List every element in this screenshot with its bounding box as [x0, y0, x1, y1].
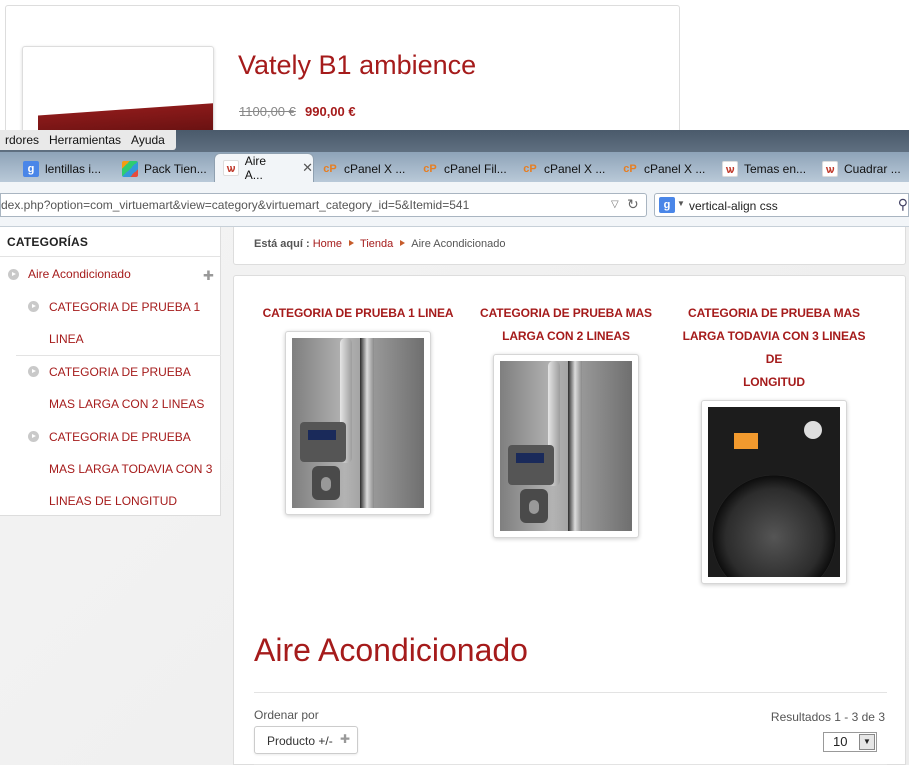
- sidebar-subitem-3[interactable]: CATEGORIA DE PRUEBA MAS LARGA TODAVIA CO…: [16, 421, 221, 517]
- cpanel-icon: cP: [323, 163, 337, 175]
- category-image-frame[interactable]: [493, 354, 639, 538]
- category-card-3[interactable]: CATEGORIA DE PRUEBA MAS LARGA TODAVIA CO…: [674, 302, 874, 584]
- results-count: Resultados 1 - 3 de 3: [770, 710, 885, 724]
- sidebar-item-label: Aire Acondicionado: [28, 267, 131, 281]
- order-by-value: Producto +/-: [267, 734, 333, 748]
- menu-item-ayuda[interactable]: Ayuda: [126, 133, 170, 147]
- tab-cpanel-2[interactable]: cP cPanel X ...: [514, 156, 614, 182]
- washing-machine-image: [708, 407, 840, 577]
- sidebar-subitem-line: LINEA: [49, 332, 84, 346]
- arrow-icon: [349, 240, 355, 246]
- background-gap: [680, 0, 909, 130]
- sidebar-subitem-line: CATEGORIA DE PRUEBA: [49, 430, 191, 444]
- tab-temas[interactable]: ѡ Temas en...: [714, 156, 814, 182]
- search-icon[interactable]: ⚲: [898, 196, 908, 213]
- w-icon: ѡ: [822, 161, 838, 177]
- divider: [254, 692, 887, 693]
- tab-aire-acondicionado[interactable]: ѡ Aire A... ✕: [214, 153, 314, 182]
- per-page-value: 10: [833, 734, 848, 749]
- sidebar-item-aire-acondicionado[interactable]: Aire Acondicionado: [8, 267, 131, 281]
- navigation-bar: dex.php?option=com_virtuemart&view=categ…: [0, 182, 909, 227]
- tab-label: cPanel X ...: [544, 162, 606, 176]
- engine-dropdown-icon[interactable]: ▼: [677, 199, 685, 208]
- category-name[interactable]: LARGA CON 2 LINEAS: [466, 325, 666, 348]
- order-by-label: Ordenar por: [254, 708, 319, 722]
- category-name[interactable]: LONGITUD: [674, 371, 874, 394]
- google-icon: g: [23, 161, 39, 177]
- tab-label: Aire A...: [244, 154, 267, 182]
- page-title: Aire Acondicionado: [254, 632, 528, 668]
- tab-pack-tienda[interactable]: Pack Tien...: [114, 156, 214, 182]
- category-name[interactable]: LARGA TODAVIA CON 3 LINEAS DE: [674, 325, 874, 371]
- bullet-icon: [8, 268, 19, 280]
- w-icon: ѡ: [223, 160, 239, 176]
- sidebar-heading: CATEGORÍAS: [0, 227, 220, 257]
- tab-cuadrar[interactable]: ѡ Cuadrar ...: [814, 156, 909, 182]
- per-page-select[interactable]: 10 ▼: [823, 732, 877, 752]
- search-input[interactable]: g ▼ vertical-align css ⚲: [654, 193, 909, 217]
- address-bar[interactable]: dex.php?option=com_virtuemart&view=categ…: [0, 193, 647, 217]
- sidebar-subitem-2[interactable]: CATEGORIA DE PRUEBA MAS LARGA CON 2 LINE…: [16, 356, 221, 420]
- menu-item-herramientas[interactable]: Herramientas: [44, 133, 126, 147]
- dropdown-arrow-icon[interactable]: ▼: [859, 734, 875, 750]
- tab-label: lentillas i...: [45, 162, 102, 176]
- category-name[interactable]: CATEGORIA DE PRUEBA MAS: [466, 302, 666, 325]
- joomla-icon: [122, 161, 138, 177]
- tab-label: Temas en...: [744, 162, 807, 176]
- bullet-icon: [28, 431, 39, 442]
- tab-label: cPanel Fil...: [444, 162, 507, 176]
- tab-label: cPanel X ...: [344, 162, 406, 176]
- breadcrumb-home[interactable]: Home: [313, 238, 342, 250]
- category-card-1[interactable]: CATEGORIA DE PRUEBA 1 LINEA: [258, 302, 458, 515]
- close-tab-icon[interactable]: ✕: [302, 160, 313, 176]
- category-name[interactable]: CATEGORIA DE PRUEBA MAS: [674, 302, 874, 325]
- category-image-frame[interactable]: [285, 331, 431, 515]
- page-content: CATEGORÍAS Aire Acondicionado ✚ CATEGORI…: [0, 227, 909, 765]
- cpanel-icon: cP: [423, 163, 437, 175]
- sidebar-subitem-line: LINEAS DE LONGITUD: [49, 494, 178, 508]
- tab-label: cPanel X ...: [644, 162, 706, 176]
- category-listing: CATEGORIA DE PRUEBA 1 LINEA CATEGORIA DE…: [233, 275, 906, 765]
- sidebar-subitem-line: MAS LARGA TODAVIA CON 3: [49, 462, 213, 476]
- breadcrumb-current: Aire Acondicionado: [411, 238, 506, 250]
- category-card-2[interactable]: CATEGORIA DE PRUEBA MAS LARGA CON 2 LINE…: [466, 302, 666, 538]
- order-by-button[interactable]: Producto +/- ✚: [254, 726, 358, 754]
- tab-label: Pack Tien...: [144, 162, 207, 176]
- search-value: vertical-align css: [689, 199, 778, 213]
- bullet-icon: [28, 366, 39, 377]
- tab-cpanel-3[interactable]: cP cPanel X ...: [614, 156, 714, 182]
- sidebar-subitem-line: CATEGORIA DE PRUEBA 1: [49, 300, 201, 314]
- google-search-engine-icon[interactable]: g: [659, 197, 675, 213]
- tab-lentillas[interactable]: g lentillas i...: [15, 156, 115, 182]
- category-image-frame[interactable]: [701, 400, 847, 584]
- tab-bar: g lentillas i... Pack Tien... ѡ Aire A..…: [0, 152, 909, 182]
- menu-item-tools-partial[interactable]: rdores: [0, 133, 44, 147]
- cpanel-icon: cP: [623, 163, 637, 175]
- arrow-icon: [400, 240, 406, 246]
- history-dropdown-icon[interactable]: ▽: [611, 199, 619, 210]
- sidebar-subitem-line: CATEGORIA DE PRUEBA: [49, 365, 191, 379]
- menu-bar: rdores Herramientas Ayuda: [0, 130, 909, 152]
- sidebar-subitem-1[interactable]: CATEGORIA DE PRUEBA 1 LINEA: [16, 291, 221, 356]
- cpanel-icon: cP: [523, 163, 537, 175]
- expand-icon[interactable]: ✚: [203, 268, 214, 284]
- tab-cpanel-1[interactable]: cP cPanel X ...: [314, 156, 414, 182]
- background-old-price: 1100,00 €: [239, 104, 296, 119]
- fridge-image: [500, 361, 632, 531]
- breadcrumb-label: Está aquí :: [254, 238, 310, 250]
- w-icon: ѡ: [722, 161, 738, 177]
- reload-icon[interactable]: ↻: [627, 196, 639, 213]
- categories-sidebar: CATEGORÍAS Aire Acondicionado ✚ CATEGORI…: [0, 227, 221, 516]
- background-new-price: 990,00 €: [305, 104, 356, 119]
- tab-label: Cuadrar ...: [844, 162, 901, 176]
- breadcrumb-tienda[interactable]: Tienda: [360, 238, 393, 250]
- breadcrumb: Está aquí : Home Tienda Aire Acondicionado: [233, 227, 906, 265]
- tab-cpanel-files[interactable]: cP cPanel Fil...: [414, 156, 514, 182]
- sidebar-subitem-line: MAS LARGA CON 2 LINEAS: [49, 397, 205, 411]
- expand-icon: ✚: [339, 732, 350, 746]
- bullet-icon: [28, 301, 39, 312]
- category-name[interactable]: CATEGORIA DE PRUEBA 1 LINEA: [258, 302, 458, 325]
- fridge-image: [292, 338, 424, 508]
- background-product-title: Vately B1 ambience: [238, 50, 477, 80]
